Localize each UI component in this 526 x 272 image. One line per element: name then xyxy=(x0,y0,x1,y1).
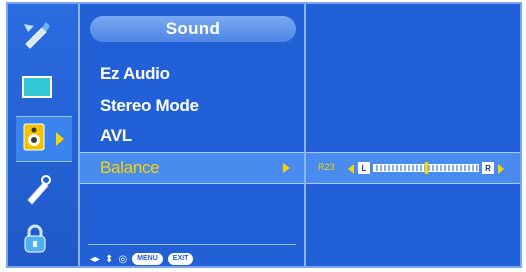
menu-key-badge: MENU xyxy=(132,253,163,265)
menu-item-label: Stereo Mode xyxy=(100,96,199,115)
sound-icon xyxy=(20,120,50,159)
menu-item-label: AVL xyxy=(100,126,132,145)
submenu-arrow-icon xyxy=(283,163,290,173)
osd-window: Sound Ez Audio Stereo Mode AVL Balance ◂… xyxy=(6,2,522,268)
balance-slider-handle[interactable] xyxy=(425,162,428,174)
menu-item-label: Ez Audio xyxy=(100,64,170,83)
option-icon xyxy=(20,172,54,211)
footer-divider xyxy=(88,244,296,245)
value-panel: R23 L R xyxy=(306,4,520,266)
navigation-hints: ◂▸ ⬍ ◎ MENU EXIT xyxy=(90,252,194,266)
balance-slider[interactable] xyxy=(373,162,479,174)
menu-item-ez-audio[interactable]: Ez Audio xyxy=(80,58,304,90)
left-right-arrows-icon: ◂▸ xyxy=(90,253,101,265)
ok-button-icon: ◎ xyxy=(118,253,128,265)
sidebar-item-screen[interactable] xyxy=(16,66,72,112)
menu-item-stereo-mode[interactable]: Stereo Mode xyxy=(80,90,304,122)
exit-key-badge: EXIT xyxy=(167,253,194,265)
lock-icon xyxy=(20,222,50,261)
sidebar-item-sound[interactable] xyxy=(16,116,72,162)
menu-item-balance[interactable]: Balance xyxy=(80,152,304,184)
up-down-arrows-icon: ⬍ xyxy=(105,253,114,265)
category-sidebar xyxy=(8,4,80,266)
selected-arrow-icon xyxy=(56,132,64,146)
left-channel-box: L xyxy=(358,162,370,174)
screen-icon xyxy=(20,72,54,107)
balance-value: R23 xyxy=(318,162,335,172)
menu-item-avl[interactable]: AVL xyxy=(80,120,304,152)
balance-control[interactable]: R23 L R xyxy=(306,152,520,184)
menu-item-label: Balance xyxy=(100,158,160,177)
sound-menu: Sound Ez Audio Stereo Mode AVL Balance ◂… xyxy=(80,4,306,266)
right-channel-box: R xyxy=(482,162,494,174)
increase-arrow-icon[interactable] xyxy=(498,164,504,174)
sidebar-item-option[interactable] xyxy=(16,168,72,214)
menu-title: Sound xyxy=(90,16,296,42)
sidebar-item-lock[interactable] xyxy=(16,218,72,264)
picture-icon xyxy=(20,18,54,57)
sidebar-item-picture[interactable] xyxy=(16,14,72,60)
decrease-arrow-icon[interactable] xyxy=(348,164,354,174)
